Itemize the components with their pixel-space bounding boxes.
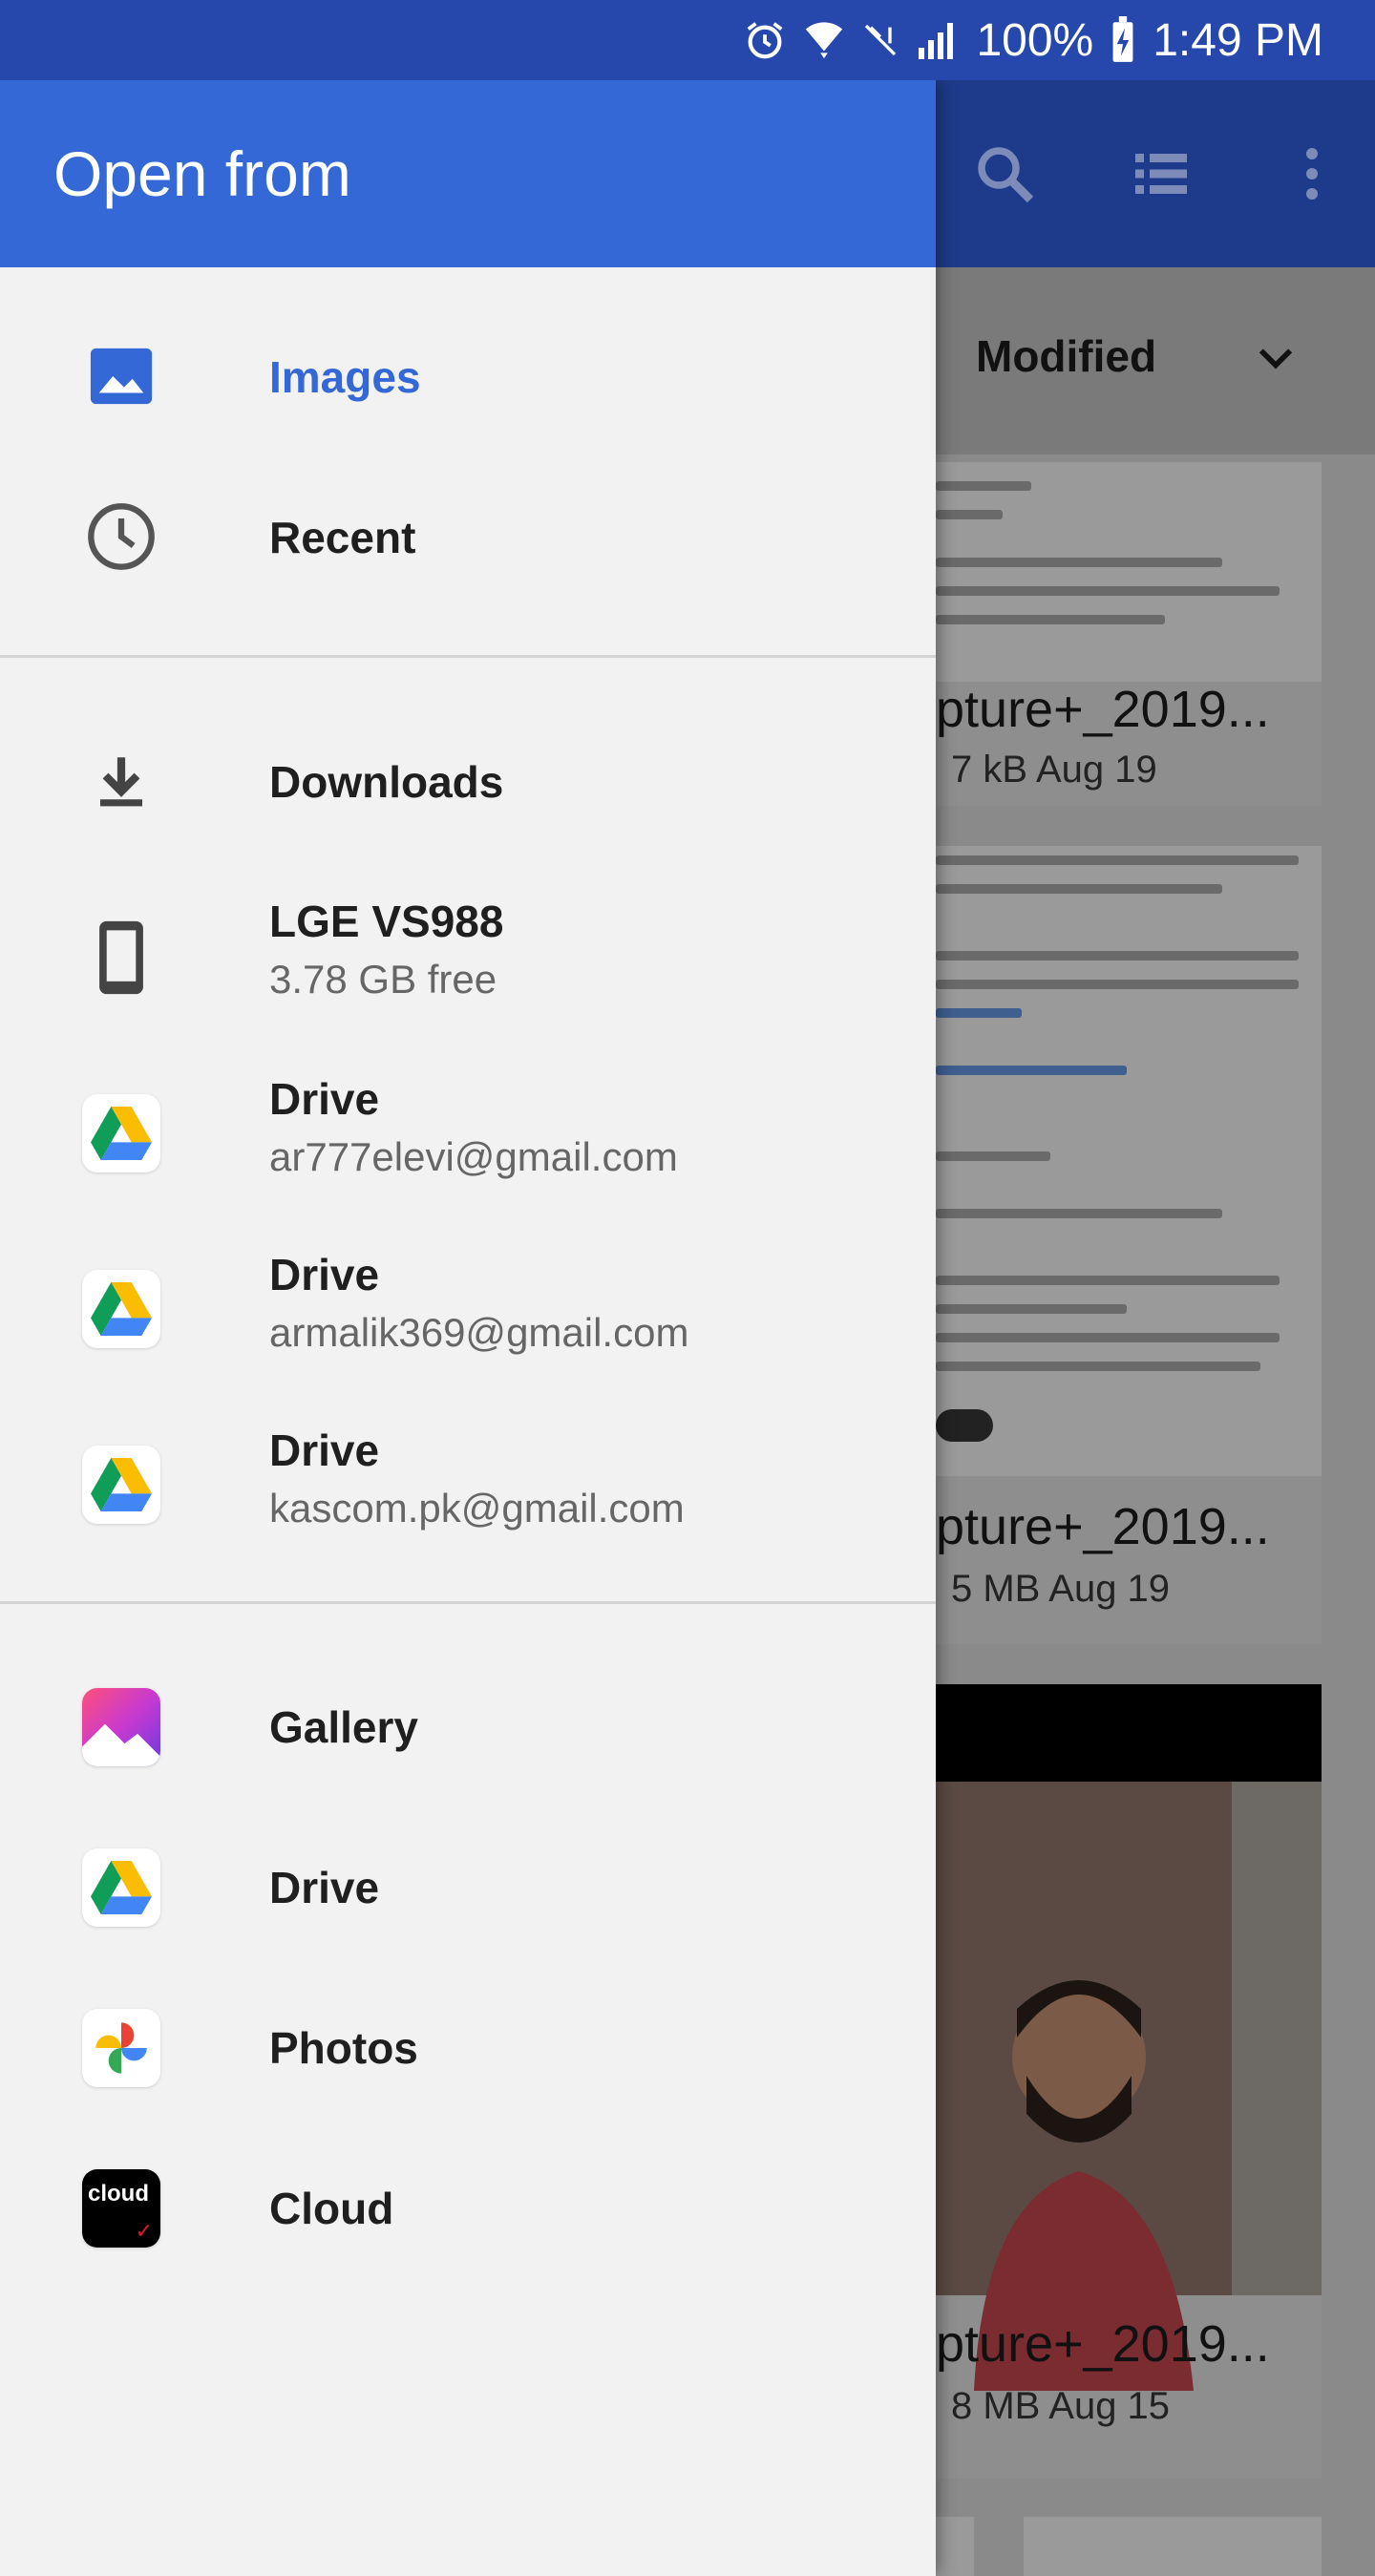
signal-icon [915,17,961,63]
alarm-icon [743,18,787,62]
drawer-item-subtitle: 3.78 GB free [269,957,497,1002]
drawer-item-images[interactable]: Images [0,296,936,456]
search-icon [970,139,1039,213]
image-icon [80,335,162,417]
download-icon [80,740,162,822]
verizon-cloud-icon: cloud ✓ [80,2167,162,2249]
drawer-item-drive-account[interactable]: Drive armalik369@gmail.com [0,1228,936,1388]
drawer-item-subtitle: kascom.pk@gmail.com [269,1486,685,1531]
file-title: pture+_2019... [936,681,1270,738]
drawer-title: Open from [53,138,351,209]
drawer-item-label: Drive [269,1074,380,1124]
drawer-item-label: Drive [269,1250,380,1299]
drawer-item-device[interactable]: LGE VS988 3.78 GB free [0,876,936,1037]
cloud-logo-text: cloud [88,2181,149,2206]
drawer-item-label: Drive [269,1863,380,1912]
background-file-list: Modified pture+_2019... 7 kB Aug 19 ptur… [936,80,1375,2576]
drawer-item-downloads[interactable]: Downloads [0,701,936,861]
drawer-item-cloud[interactable]: cloud ✓ Cloud [0,2127,936,2288]
drawer-item-drive-account[interactable]: Drive ar777elevi@gmail.com [0,1052,936,1213]
google-drive-icon [80,1847,162,1929]
file-thumbnail [936,846,1322,1476]
drawer-item-subtitle: armalik369@gmail.com [269,1310,689,1355]
sort-label: Modified [976,331,1157,381]
file-card: pture+_2019... 8 MB Aug 15 [936,1684,1322,2479]
sort-bar: Modified [936,267,1375,454]
drawer-item-gallery[interactable]: Gallery [0,1646,936,1806]
phone-icon [80,917,162,999]
file-thumbnail [936,462,1322,682]
gallery-icon [80,1686,162,1768]
drawer-item-label: Gallery [269,1702,418,1752]
drawer-item-label: Downloads [269,757,504,807]
drawer-item-photos[interactable]: Photos [0,1967,936,2127]
drawer-item-drive-account[interactable]: Drive kascom.pk@gmail.com [0,1404,936,1564]
google-photos-icon [80,2007,162,2089]
open-from-drawer: Open from Images Recent Downloads LGE VS… [0,80,936,2576]
wifi-icon [802,18,846,62]
file-meta: 8 MB Aug 15 [951,2385,1171,2427]
drawer-item-label: LGE VS988 [269,897,504,946]
drawer-header: Open from [0,80,936,267]
drawer-item-label: Photos [269,2023,418,2073]
drawer-item-label: Drive [269,1425,380,1475]
file-title: pture+_2019... [936,1498,1270,1555]
list-view-icon [1127,139,1195,213]
background-toolbar [936,80,1375,267]
more-vert-icon [1278,139,1346,213]
file-card: pture+_2019... 5 MB Aug 19 [936,846,1322,1644]
no-signal-icon [861,21,899,59]
drawer-item-recent[interactable]: Recent [0,456,936,617]
battery-charging-icon [1109,16,1137,64]
google-drive-icon [80,1444,162,1526]
clock-time: 1:49 PM [1153,14,1323,66]
drawer-item-label: Images [269,352,421,402]
chevron-down-icon [1251,334,1301,389]
file-meta: 7 kB Aug 19 [951,749,1157,791]
drawer-item-label: Cloud [269,2184,394,2233]
drawer-item-drive[interactable]: Drive [0,1806,936,1967]
file-title: pture+_2019... [936,2315,1270,2373]
divider [0,1601,936,1604]
file-thumbnail [936,1684,1322,2391]
drawer-item-subtitle: ar777elevi@gmail.com [269,1134,678,1179]
status-bar: 100% 1:49 PM [0,0,1375,80]
file-card: pture+_2019... 7 kB Aug 19 [936,462,1322,806]
drawer-item-label: Recent [269,513,416,562]
clock-icon [80,496,162,578]
google-drive-icon [80,1268,162,1350]
google-drive-icon [80,1092,162,1174]
file-meta: 5 MB Aug 19 [951,1568,1171,1610]
battery-percent: 100% [976,14,1094,66]
divider [0,655,936,658]
